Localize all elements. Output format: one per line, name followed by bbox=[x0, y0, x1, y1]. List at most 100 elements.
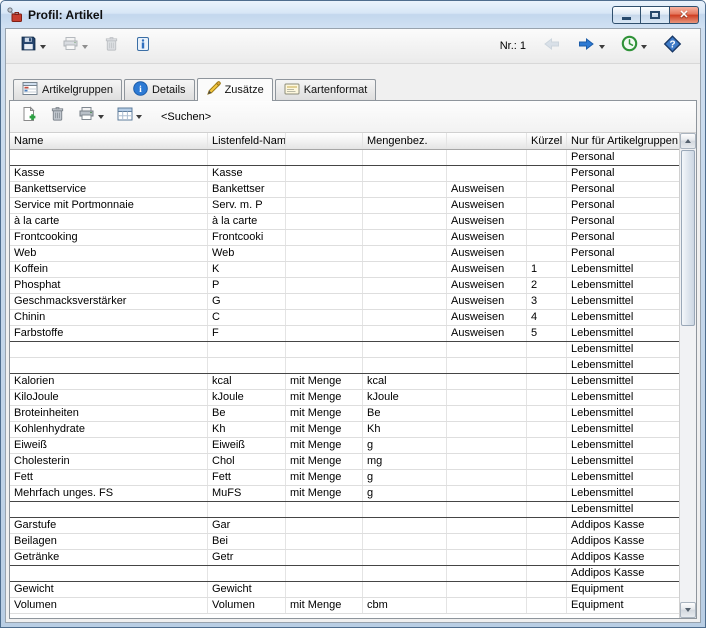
table-cell[interactable]: Lebensmittel bbox=[567, 294, 679, 309]
table-cell[interactable] bbox=[527, 598, 567, 613]
scroll-down-button[interactable] bbox=[680, 602, 696, 618]
table-cell[interactable]: 1 bbox=[527, 262, 567, 277]
table-cell[interactable] bbox=[363, 582, 447, 597]
table-cell[interactable] bbox=[447, 374, 527, 389]
table-cell[interactable]: Kh bbox=[363, 422, 447, 437]
table-row[interactable]: GewichtGewichtEquipment bbox=[10, 582, 679, 598]
table-cell[interactable] bbox=[527, 566, 567, 581]
table-cell[interactable]: kcal bbox=[363, 374, 447, 389]
table-cell[interactable] bbox=[527, 390, 567, 405]
table-cell[interactable] bbox=[286, 182, 363, 197]
table-cell[interactable] bbox=[286, 262, 363, 277]
table-cell[interactable] bbox=[286, 518, 363, 533]
next-record-dropdown-icon[interactable] bbox=[599, 45, 605, 49]
table-cell[interactable] bbox=[447, 470, 527, 485]
table-cell[interactable]: Ausweisen bbox=[447, 262, 527, 277]
table-cell[interactable]: kcal bbox=[208, 374, 286, 389]
table-cell[interactable] bbox=[527, 502, 567, 517]
tab-details[interactable]: i Details bbox=[124, 79, 195, 100]
table-cell[interactable] bbox=[447, 342, 527, 357]
table-cell[interactable]: Eiweiß bbox=[208, 438, 286, 453]
history-button[interactable] bbox=[617, 32, 651, 60]
table-cell[interactable] bbox=[363, 566, 447, 581]
table-cell[interactable] bbox=[208, 502, 286, 517]
scrollbar-thumb[interactable] bbox=[681, 150, 695, 326]
tab-artikelgruppen[interactable]: Artikelgruppen bbox=[13, 79, 122, 100]
table-cell[interactable] bbox=[527, 534, 567, 549]
table-cell[interactable]: Lebensmittel bbox=[567, 454, 679, 469]
table-cell[interactable]: Gewicht bbox=[208, 582, 286, 597]
table-cell[interactable]: mit Menge bbox=[286, 470, 363, 485]
table-row[interactable]: Mehrfach unges. FSMuFSmit MengegLebensmi… bbox=[10, 486, 679, 502]
table-cell[interactable] bbox=[286, 310, 363, 325]
table-cell[interactable]: Service mit Portmonnaie bbox=[10, 198, 208, 213]
maximize-button[interactable] bbox=[641, 6, 670, 24]
table-cell[interactable]: MuFS bbox=[208, 486, 286, 501]
table-cell[interactable]: kJoule bbox=[363, 390, 447, 405]
table-cell[interactable]: mit Menge bbox=[286, 406, 363, 421]
table-cell[interactable]: Addipos Kasse bbox=[567, 518, 679, 533]
table-row[interactable]: KohlenhydrateKhmit MengeKhLebensmittel bbox=[10, 422, 679, 438]
table-row[interactable]: à la carteà la carteAusweisenPersonal bbox=[10, 214, 679, 230]
table-cell[interactable] bbox=[527, 454, 567, 469]
table-cell[interactable]: Gar bbox=[208, 518, 286, 533]
column-header[interactable]: Nur für Artikelgruppen bbox=[567, 133, 679, 149]
info-button[interactable] bbox=[131, 33, 155, 60]
table-cell[interactable] bbox=[10, 150, 208, 165]
table-cell[interactable]: mit Menge bbox=[286, 598, 363, 613]
table-cell[interactable] bbox=[447, 422, 527, 437]
table-cell[interactable] bbox=[527, 150, 567, 165]
table-cell[interactable] bbox=[286, 230, 363, 245]
table-cell[interactable]: Ausweisen bbox=[447, 278, 527, 293]
table-cell[interactable]: Farbstoffe bbox=[10, 326, 208, 341]
table-row[interactable]: GetränkeGetrAddipos Kasse bbox=[10, 550, 679, 566]
table-row[interactable]: GarstufeGarAddipos Kasse bbox=[10, 518, 679, 534]
table-cell[interactable] bbox=[10, 358, 208, 373]
delete-row-button[interactable] bbox=[46, 103, 69, 130]
table-cell[interactable]: Personal bbox=[567, 230, 679, 245]
table-cell[interactable] bbox=[286, 358, 363, 373]
table-cell[interactable] bbox=[286, 246, 363, 261]
table-cell[interactable] bbox=[286, 166, 363, 181]
table-cell[interactable]: g bbox=[363, 438, 447, 453]
table-cell[interactable]: Frontcooki bbox=[208, 230, 286, 245]
table-cell[interactable]: Ausweisen bbox=[447, 214, 527, 229]
table-cell[interactable] bbox=[527, 470, 567, 485]
table-cell[interactable] bbox=[10, 566, 208, 581]
table-cell[interactable] bbox=[527, 198, 567, 213]
help-button[interactable]: ? bbox=[659, 32, 686, 61]
table-cell[interactable]: Mehrfach unges. FS bbox=[10, 486, 208, 501]
table-cell[interactable] bbox=[286, 502, 363, 517]
table-cell[interactable]: Personal bbox=[567, 198, 679, 213]
table-cell[interactable] bbox=[527, 486, 567, 501]
table-cell[interactable] bbox=[363, 246, 447, 261]
table-cell[interactable]: 5 bbox=[527, 326, 567, 341]
table-cell[interactable]: 2 bbox=[527, 278, 567, 293]
table-cell[interactable]: Ausweisen bbox=[447, 230, 527, 245]
table-cell[interactable] bbox=[363, 182, 447, 197]
table-cell[interactable]: Lebensmittel bbox=[567, 502, 679, 517]
table-cell[interactable]: Kasse bbox=[10, 166, 208, 181]
table-cell[interactable] bbox=[447, 550, 527, 565]
table-cell[interactable]: Kasse bbox=[208, 166, 286, 181]
table-cell[interactable] bbox=[447, 166, 527, 181]
table-row[interactable]: Personal bbox=[10, 150, 679, 166]
table-cell[interactable]: g bbox=[363, 470, 447, 485]
table-cell[interactable] bbox=[363, 150, 447, 165]
table-cell[interactable] bbox=[527, 342, 567, 357]
table-row[interactable]: EiweißEiweißmit MengegLebensmittel bbox=[10, 438, 679, 454]
print-dropdown-icon[interactable] bbox=[82, 45, 88, 49]
table-cell[interactable] bbox=[10, 502, 208, 517]
table-cell[interactable]: Geschmacksverstärker bbox=[10, 294, 208, 309]
table-cell[interactable]: Volumen bbox=[208, 598, 286, 613]
table-cell[interactable] bbox=[363, 342, 447, 357]
table-cell[interactable]: Personal bbox=[567, 166, 679, 181]
table-cell[interactable]: K bbox=[208, 262, 286, 277]
table-cell[interactable] bbox=[447, 534, 527, 549]
table-cell[interactable] bbox=[363, 534, 447, 549]
table-cell[interactable]: Lebensmittel bbox=[567, 390, 679, 405]
table-row[interactable]: GeschmacksverstärkerGAusweisen3Lebensmit… bbox=[10, 294, 679, 310]
table-cell[interactable]: mit Menge bbox=[286, 390, 363, 405]
table-row[interactable]: KoffeinKAusweisen1Lebensmittel bbox=[10, 262, 679, 278]
table-row[interactable]: KiloJoulekJoulemit MengekJouleLebensmitt… bbox=[10, 390, 679, 406]
